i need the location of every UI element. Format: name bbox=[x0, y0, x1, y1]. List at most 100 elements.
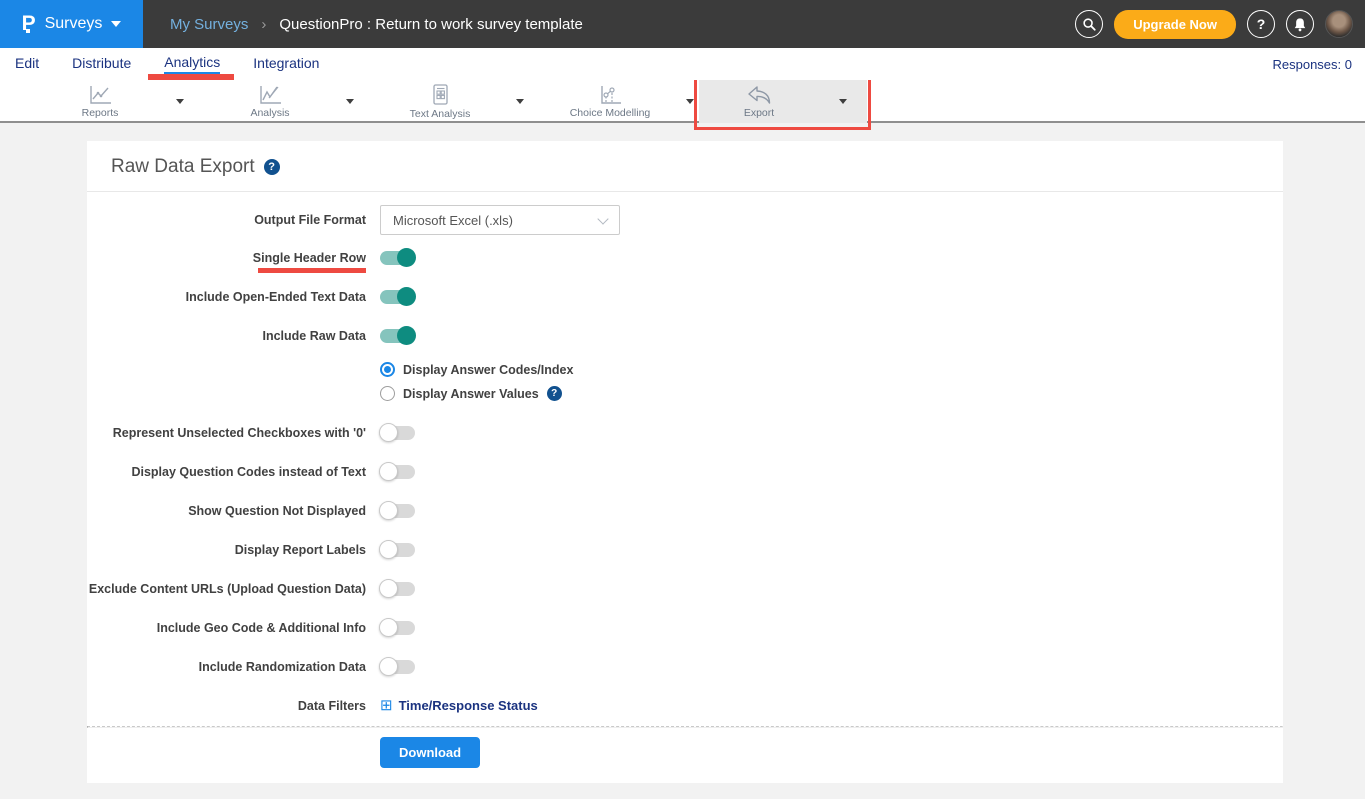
question-not-displayed-row: Show Question Not Displayed bbox=[87, 501, 1283, 520]
header-actions: Upgrade Now ? bbox=[1075, 0, 1353, 48]
chevron-down-icon bbox=[516, 99, 524, 104]
text-analysis-button[interactable]: Text Analysis bbox=[385, 80, 495, 123]
analysis-button[interactable]: Analysis bbox=[215, 80, 325, 123]
choice-modelling-label: Choice Modelling bbox=[570, 107, 651, 119]
chevron-down-icon bbox=[111, 21, 121, 27]
analysis-label: Analysis bbox=[250, 107, 289, 119]
expand-plus-icon: ⊞ bbox=[380, 698, 393, 713]
answer-values-help-icon[interactable]: ? bbox=[547, 386, 562, 401]
toggle-knob bbox=[397, 287, 416, 306]
output-file-format-row: Output File Format Microsoft Excel (.xls… bbox=[87, 205, 1283, 235]
randomization-data-row: Include Randomization Data bbox=[87, 657, 1283, 676]
question-not-displayed-label: Show Question Not Displayed bbox=[87, 504, 366, 518]
open-ended-text-toggle[interactable] bbox=[380, 290, 415, 304]
toggle-knob bbox=[379, 618, 398, 637]
toolbar-group-reports: Reports bbox=[45, 80, 205, 123]
toggle-knob bbox=[379, 462, 398, 481]
question-codes-toggle[interactable] bbox=[380, 465, 415, 479]
text-grid-icon bbox=[429, 83, 451, 107]
toggle-knob bbox=[397, 248, 416, 267]
display-answer-values-radio[interactable] bbox=[380, 386, 395, 401]
analysis-chart-icon bbox=[257, 84, 283, 106]
upgrade-now-button[interactable]: Upgrade Now bbox=[1114, 10, 1236, 39]
download-row: Download bbox=[87, 728, 1283, 783]
reports-dropdown-button[interactable] bbox=[155, 80, 205, 123]
annotation-red-underline-analytics bbox=[148, 74, 234, 80]
reports-button[interactable]: Reports bbox=[45, 80, 155, 123]
question-not-displayed-toggle[interactable] bbox=[380, 504, 415, 518]
notifications-button[interactable] bbox=[1286, 10, 1314, 38]
time-response-status-link[interactable]: ⊞ Time/Response Status bbox=[380, 698, 538, 713]
single-header-row-label-text: Single Header Row bbox=[253, 251, 366, 265]
panel-title: Raw Data Export bbox=[111, 156, 255, 178]
single-header-row-toggle[interactable] bbox=[380, 251, 415, 265]
question-mark-icon: ? bbox=[1257, 16, 1266, 32]
output-file-format-select[interactable]: Microsoft Excel (.xls) bbox=[380, 205, 620, 235]
export-label: Export bbox=[744, 107, 774, 119]
bell-icon bbox=[1293, 17, 1307, 32]
tab-analytics[interactable]: Analytics bbox=[164, 54, 220, 74]
chevron-down-icon bbox=[839, 99, 847, 104]
analysis-dropdown-button[interactable] bbox=[325, 80, 375, 123]
report-labels-toggle[interactable] bbox=[380, 543, 415, 557]
reports-label: Reports bbox=[82, 107, 119, 119]
display-answer-codes-radio[interactable] bbox=[380, 362, 395, 377]
questionpro-logo-icon: P bbox=[22, 13, 36, 34]
download-button[interactable]: Download bbox=[380, 737, 480, 768]
tab-edit[interactable]: Edit bbox=[15, 55, 39, 73]
user-avatar[interactable] bbox=[1325, 10, 1353, 38]
search-icon bbox=[1082, 17, 1097, 32]
tab-integration[interactable]: Integration bbox=[253, 55, 319, 73]
answer-values-radio-row: Display Answer Values ? bbox=[380, 386, 1283, 401]
page-title: QuestionPro : Return to work survey temp… bbox=[279, 16, 582, 33]
help-button[interactable]: ? bbox=[1247, 10, 1275, 38]
text-analysis-label: Text Analysis bbox=[410, 108, 471, 120]
question-codes-label: Display Question Codes instead of Text bbox=[87, 465, 366, 479]
question-codes-row: Display Question Codes instead of Text bbox=[87, 462, 1283, 481]
choice-modelling-button[interactable]: Choice Modelling bbox=[555, 80, 665, 123]
breadcrumb-my-surveys[interactable]: My Surveys bbox=[170, 16, 248, 33]
toggle-knob bbox=[379, 657, 398, 676]
line-chart-icon bbox=[87, 84, 113, 106]
surveys-product-menu[interactable]: P Surveys bbox=[0, 0, 143, 48]
selected-format-value: Microsoft Excel (.xls) bbox=[393, 213, 513, 228]
geo-code-toggle[interactable] bbox=[380, 621, 415, 635]
text-analysis-dropdown-button[interactable] bbox=[495, 80, 545, 123]
include-raw-data-label: Include Raw Data bbox=[87, 329, 366, 343]
unselected-checkboxes-toggle[interactable] bbox=[380, 426, 415, 440]
export-button[interactable]: Export bbox=[699, 80, 819, 123]
data-filters-label: Data Filters bbox=[87, 699, 366, 713]
annotation-red-underline-single-header bbox=[258, 268, 366, 273]
randomization-data-toggle[interactable] bbox=[380, 660, 415, 674]
output-file-format-label: Output File Format bbox=[87, 213, 366, 227]
chevron-down-icon bbox=[597, 213, 608, 224]
answer-codes-radio-row: Display Answer Codes/Index bbox=[380, 362, 1283, 377]
randomization-data-label: Include Randomization Data bbox=[87, 660, 366, 674]
toggle-knob bbox=[397, 326, 416, 345]
search-button[interactable] bbox=[1075, 10, 1103, 38]
time-response-status-label: Time/Response Status bbox=[399, 698, 538, 713]
geo-code-label: Include Geo Code & Additional Info bbox=[87, 621, 366, 635]
exclude-content-urls-toggle[interactable] bbox=[380, 582, 415, 596]
toggle-knob bbox=[379, 540, 398, 559]
include-raw-data-toggle[interactable] bbox=[380, 329, 415, 343]
report-labels-label: Display Report Labels bbox=[87, 543, 366, 557]
exclude-content-urls-label: Exclude Content URLs (Upload Question Da… bbox=[87, 582, 366, 596]
tab-distribute[interactable]: Distribute bbox=[72, 55, 131, 73]
responses-count: Responses: 0 bbox=[1273, 57, 1353, 72]
toggle-knob bbox=[379, 423, 398, 442]
tab-analytics-label: Analytics bbox=[164, 54, 220, 70]
chevron-down-icon bbox=[686, 99, 694, 104]
panel-help-icon[interactable]: ? bbox=[264, 159, 280, 175]
toggle-knob bbox=[379, 579, 398, 598]
open-ended-text-label: Include Open-Ended Text Data bbox=[87, 290, 366, 304]
exclude-content-urls-row: Exclude Content URLs (Upload Question Da… bbox=[87, 579, 1283, 598]
export-settings-form: Output File Format Microsoft Excel (.xls… bbox=[87, 192, 1283, 783]
export-dropdown-button[interactable] bbox=[819, 80, 867, 123]
include-raw-data-row: Include Raw Data bbox=[87, 326, 1283, 345]
toggle-knob bbox=[379, 501, 398, 520]
open-ended-text-row: Include Open-Ended Text Data bbox=[87, 287, 1283, 306]
toolbar-group-text-analysis: Text Analysis bbox=[385, 80, 545, 123]
unselected-checkboxes-row: Represent Unselected Checkboxes with '0' bbox=[87, 423, 1283, 442]
toolbar-group-analysis: Analysis bbox=[215, 80, 375, 123]
